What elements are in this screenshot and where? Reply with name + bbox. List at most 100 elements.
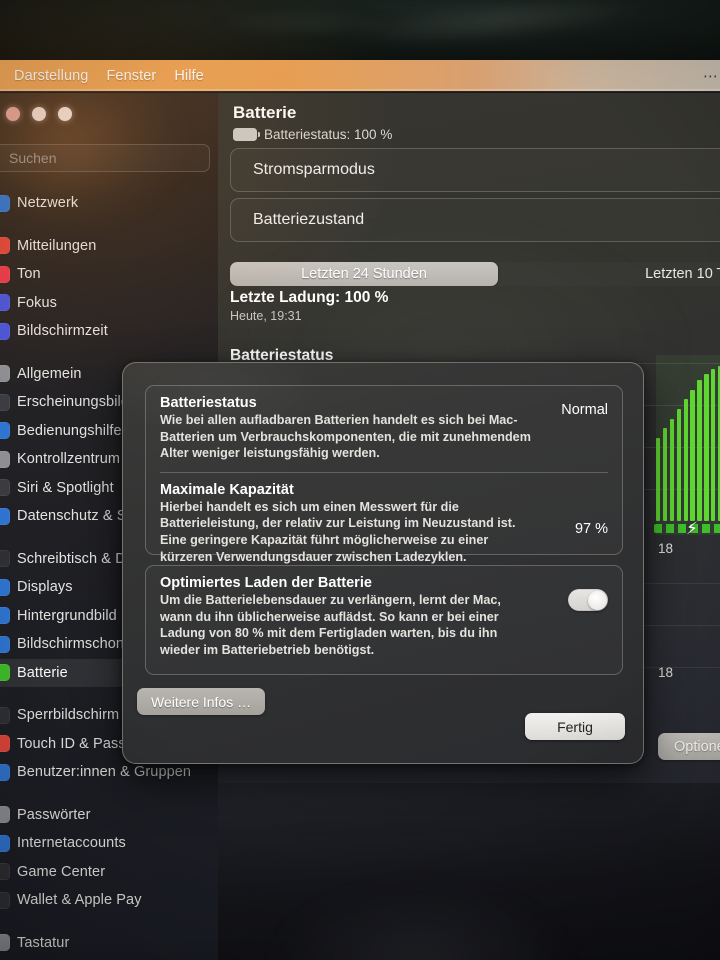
chart-bar	[704, 373, 709, 521]
battery-health-dialog: Batteriestatus Wie bei allen aufladbaren…	[122, 362, 644, 764]
more-info-button[interactable]: Weitere Infos …	[137, 688, 266, 715]
focus-icon	[0, 294, 10, 312]
dialog-row-batteriestatus: Batteriestatus Wie bei allen aufladbaren…	[146, 386, 622, 473]
sidebar-item-label: Passwörter	[17, 806, 91, 823]
sidebar-item-passw-rter[interactable]: Passwörter	[0, 801, 218, 830]
chart-bar	[662, 428, 668, 521]
menu-bar-status-glyph[interactable]: ⋯	[703, 67, 718, 85]
wallpaper-icon	[0, 607, 10, 625]
touch-id-icon	[0, 735, 10, 753]
sidebar-item-label: Bildschirmzeit	[17, 323, 108, 340]
control-center-icon	[0, 450, 10, 468]
displays-icon	[0, 578, 10, 596]
dialog-title-batteriestatus: Batteriestatus	[160, 395, 257, 411]
sidebar-group: Netzwerk	[0, 189, 218, 218]
dialog-desc-maximale-kapazitaet: Hierbei handelt es sich um einen Messwer…	[160, 499, 516, 564]
time-range-segmented-control[interactable]: Letzten 24 Stunden Letzten 10 Tage	[230, 262, 720, 286]
screen-photo: Darstellung Fenster Hilfe ⋯ Suchen Netzw…	[0, 0, 720, 960]
notifications-icon	[0, 237, 10, 255]
chart-bar	[690, 389, 695, 521]
sidebar-item-mitteilungen[interactable]: Mitteilungen	[0, 232, 218, 261]
accessibility-icon	[0, 422, 10, 440]
sidebar-item-label: Ton	[17, 266, 41, 283]
search-placeholder: Suchen	[9, 150, 57, 166]
segment-last-24-hours[interactable]: Letzten 24 Stunden	[230, 262, 498, 286]
sidebar-item-wallet-apple-pay[interactable]: Wallet & Apple Pay	[0, 886, 218, 915]
chart-bar	[656, 437, 661, 521]
chart-bar	[711, 369, 716, 521]
sidebar-item-internetaccounts[interactable]: Internetaccounts	[0, 829, 218, 858]
chart-xtick-lower: 18	[658, 665, 674, 680]
sidebar-group: TastaturTrackpad	[0, 929, 218, 960]
window-controls[interactable]	[6, 107, 72, 121]
sound-icon	[0, 265, 10, 283]
dialog-value-batteriestatus: Normal	[561, 402, 608, 418]
chart-bar	[697, 380, 702, 521]
menu-item-fenster[interactable]: Fenster	[106, 68, 156, 84]
last-charge-timestamp: Heute, 19:31	[230, 309, 302, 323]
sidebar-item-label: Sperrbildschirm	[17, 707, 120, 724]
privacy-icon	[0, 507, 10, 525]
menu-bar[interactable]: Darstellung Fenster Hilfe ⋯	[0, 60, 720, 91]
screensaver-icon	[0, 635, 10, 653]
sidebar-item-game-center[interactable]: Game Center	[0, 858, 218, 887]
sidebar-item-netzwerk[interactable]: Netzwerk	[0, 189, 218, 218]
sidebar-item-label: Hintergrundbild	[17, 607, 117, 624]
sidebar-item-tastatur[interactable]: Tastatur	[0, 929, 218, 958]
sidebar-item-label: Erscheinungsbild	[17, 394, 130, 411]
sidebar-item-label: Netzwerk	[17, 195, 79, 212]
sidebar-item-label: Tastatur	[17, 934, 70, 951]
lock-screen-icon	[0, 706, 10, 724]
sidebar-item-label: Internetaccounts	[17, 835, 126, 852]
battery-icon	[0, 664, 10, 682]
row-batteriezustand[interactable]: Batteriezustand	[230, 198, 720, 242]
options-button[interactable]: Optionen	[658, 733, 720, 760]
done-button[interactable]: Fertig	[525, 713, 625, 740]
sidebar-item-bildschirmzeit[interactable]: Bildschirmzeit	[0, 317, 218, 346]
network-icon	[0, 194, 10, 212]
dialog-value-maximale-kapazitaet: 97 %	[574, 520, 608, 537]
dialog-row-maximale-kapazitaet: Maximale Kapazität Hierbei handelt es si…	[146, 473, 622, 576]
dialog-group-status: Batteriestatus Wie bei allen aufladbaren…	[145, 385, 623, 564]
sidebar-item-label: Benutzer:innen & Gruppen	[17, 764, 192, 781]
game-center-icon	[0, 863, 10, 881]
chart-xtick-upper: 18	[658, 541, 674, 556]
general-icon	[0, 365, 10, 383]
optimized-charging-toggle[interactable]	[568, 589, 608, 611]
segment-last-10-days[interactable]: Letzten 10 Tage	[498, 262, 720, 286]
close-button[interactable]	[6, 107, 20, 121]
chart-bars	[656, 355, 720, 521]
battery-icon	[233, 128, 260, 141]
chart-bar	[683, 399, 688, 521]
menu-item-darstellung[interactable]: Darstellung	[14, 68, 88, 84]
sidebar-group: Passwörter Internetaccounts Game Center Wal…	[0, 801, 218, 915]
chart-bar	[676, 409, 681, 521]
sidebar-item-label: Game Center	[17, 863, 106, 880]
sidebar-item-label: Mitteilungen	[17, 237, 97, 254]
wallet-icon	[0, 891, 10, 909]
dialog-desc-optimiertes-laden: Um die Batterielebensdauer zu verlängern…	[160, 593, 501, 657]
dialog-group-optimized-charging: Optimiertes Laden der Batterie Um die Ba…	[145, 565, 623, 675]
display-bezel	[0, 0, 720, 60]
screen-glare-secondary	[190, 12, 420, 34]
internet-accounts-icon	[0, 834, 10, 852]
row-stromsparmodus[interactable]: Stromsparmodus	[230, 148, 720, 192]
minimize-button[interactable]	[32, 107, 46, 121]
sidebar-item-label: Batterie	[17, 664, 68, 681]
chart-bar	[669, 418, 675, 521]
passwords-icon	[0, 806, 10, 824]
dialog-title-optimiertes-laden: Optimiertes Laden der Batterie	[160, 575, 372, 591]
desktop-dock-icon	[0, 550, 10, 568]
row-label-batteriezustand: Batteriezustand	[253, 211, 365, 228]
search-input[interactable]: Suchen	[0, 144, 210, 172]
dialog-row-optimiertes-laden: Optimiertes Laden der Batterie Um die Ba…	[146, 566, 622, 669]
keyboard-icon	[0, 934, 10, 952]
page-title: Batterie	[233, 103, 297, 122]
sidebar-item-fokus[interactable]: Fokus	[0, 289, 218, 318]
sidebar-item-label: Siri & Spotlight	[17, 479, 114, 496]
dialog-title-maximale-kapazitaet: Maximale Kapazität	[160, 481, 294, 498]
menu-item-hilfe[interactable]: Hilfe	[174, 68, 204, 84]
sidebar-group: Mitteilungen Ton Fokus Bildschirmzeit	[0, 232, 218, 346]
zoom-button[interactable]	[58, 107, 72, 121]
sidebar-item-ton[interactable]: Ton	[0, 260, 218, 289]
